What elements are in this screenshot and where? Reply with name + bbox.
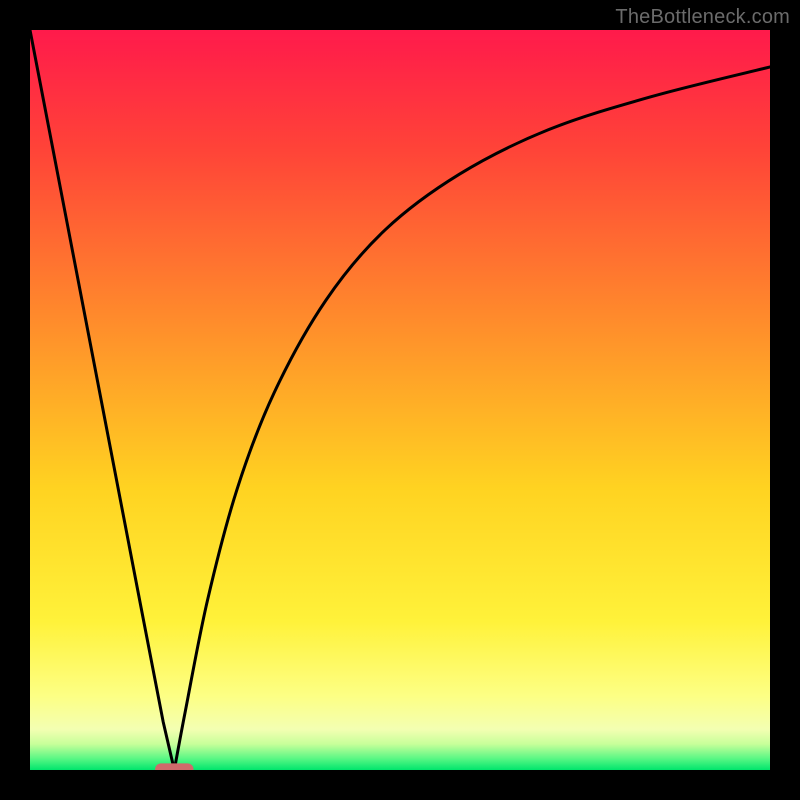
heatmap-background	[30, 30, 770, 770]
bottleneck-chart	[30, 30, 770, 770]
bottleneck-marker	[155, 763, 193, 770]
watermark-text: TheBottleneck.com	[615, 6, 790, 29]
chart-frame: TheBottleneck.com	[0, 0, 800, 800]
